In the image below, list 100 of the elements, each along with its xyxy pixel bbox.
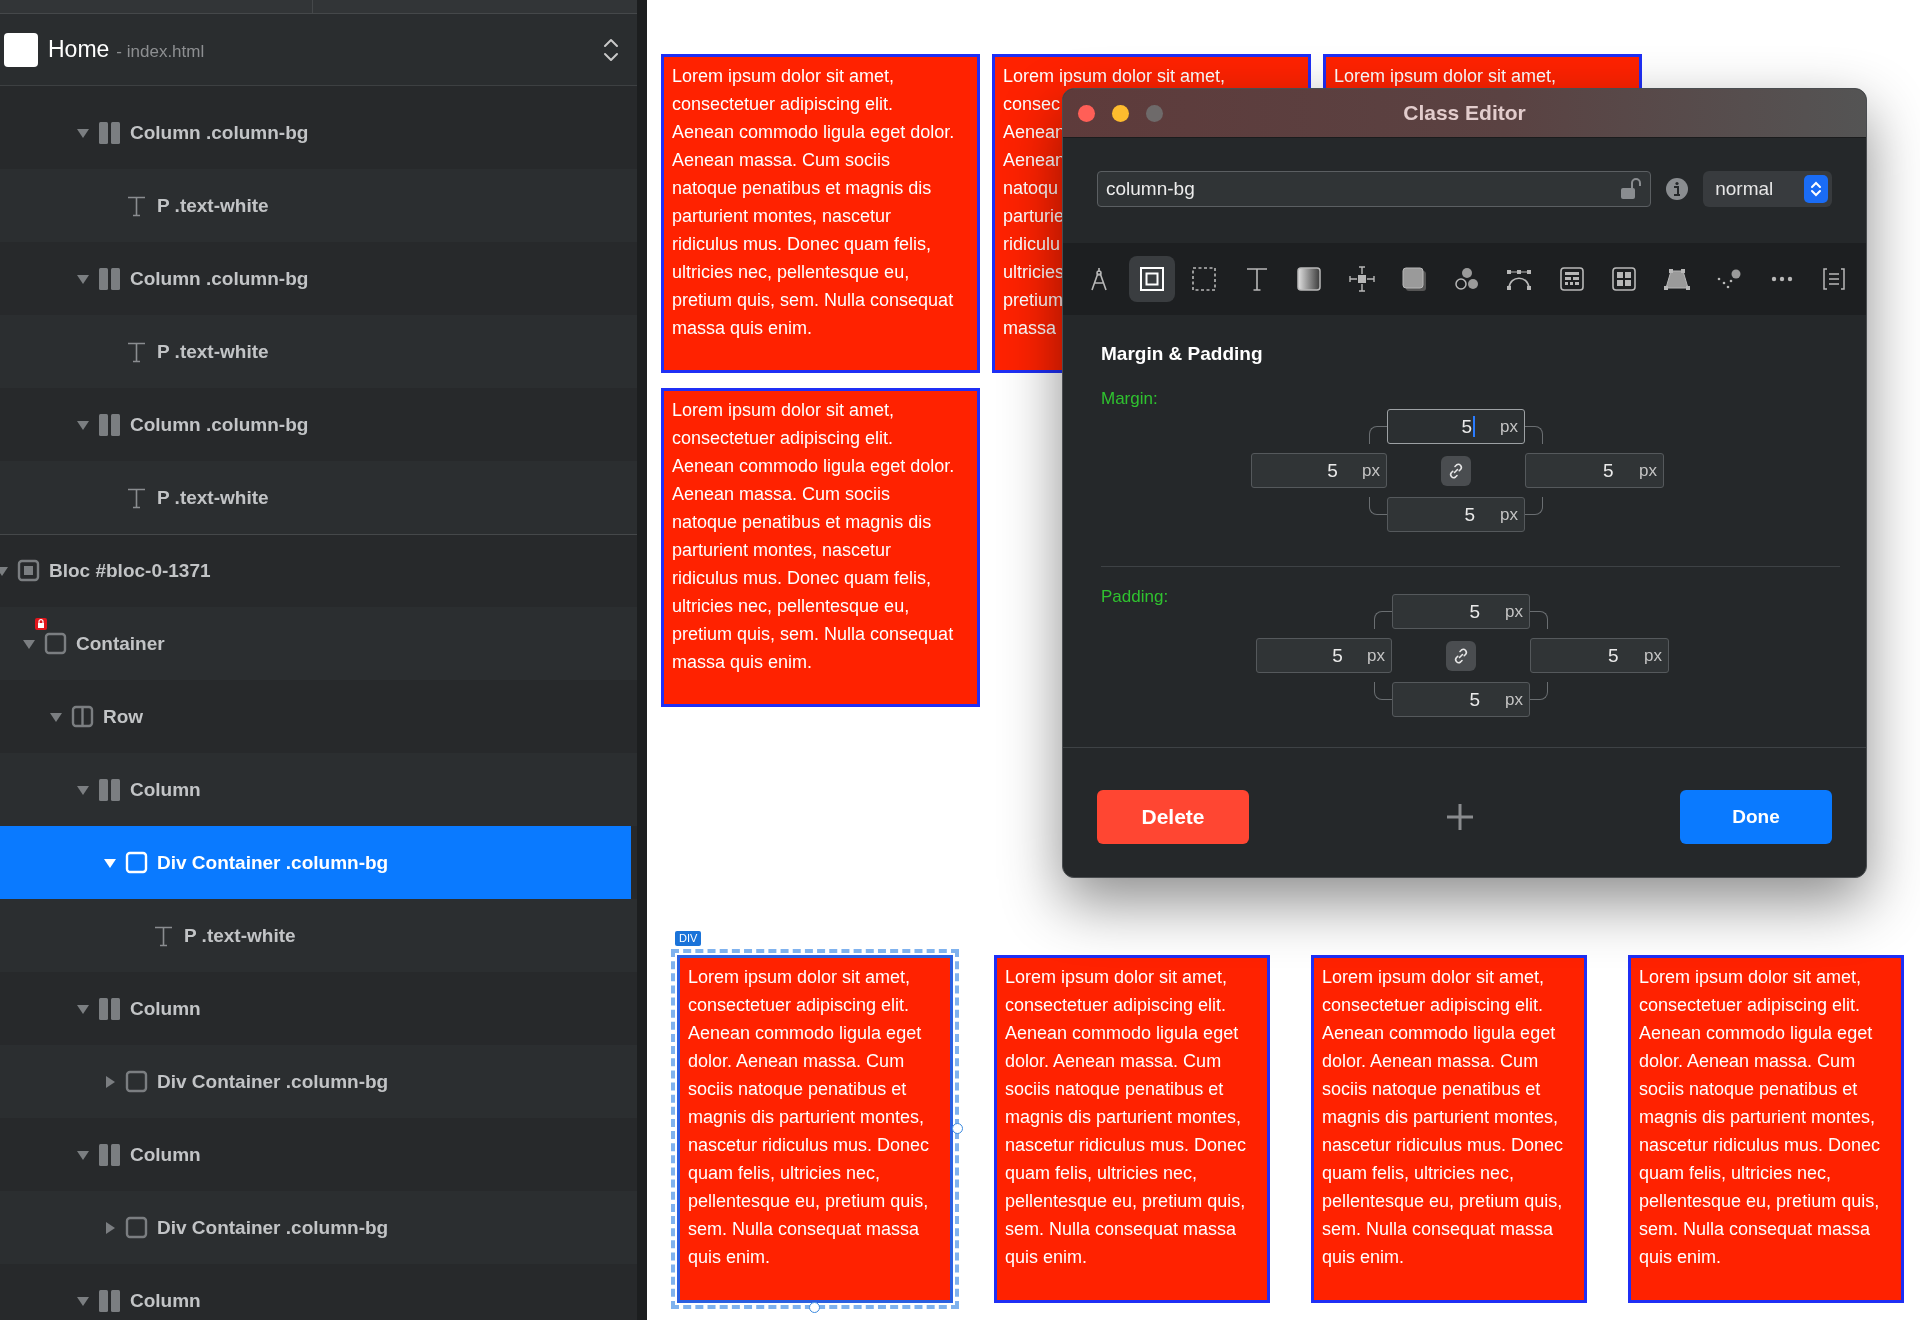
tree-item[interactable]: Div Container .column-bg <box>0 826 631 899</box>
content-card[interactable] <box>661 388 980 707</box>
text-line: ridiculus mus. Donec quam felis, <box>672 233 932 256</box>
class-name-field[interactable]: column-bg <box>1097 171 1652 207</box>
circles-icon <box>1452 265 1481 293</box>
resize-handle[interactable] <box>952 1123 963 1134</box>
brackets-icon <box>1820 265 1848 293</box>
text-line: pellentesque eu, pretium quis, <box>688 1190 929 1213</box>
page-thumbnail <box>4 32 38 67</box>
number-field[interactable]: 5 px <box>1387 497 1525 532</box>
group-label: Margin: <box>1101 389 1159 409</box>
text-line: quis enim. <box>1639 1246 1722 1269</box>
text-line: magnis dis parturient montes, <box>688 1106 925 1129</box>
number-field[interactable]: 5 px <box>1392 682 1530 717</box>
element-badge: DIV <box>675 931 702 946</box>
text-line: quis enim. <box>1322 1246 1405 1269</box>
text-line: pellentesque eu, pretium quis, <box>1322 1190 1563 1213</box>
chain-link-icon <box>1452 646 1470 665</box>
text-line: Lorem ipsum dolor sit amet, <box>1334 65 1557 88</box>
square-icon <box>125 1069 148 1094</box>
text-line: Lorem ipsum dolor sit amet, <box>672 399 895 422</box>
column-icon <box>98 777 121 802</box>
disclosure-triangle[interactable] <box>103 1074 117 1089</box>
column-icon <box>98 120 121 145</box>
number-field[interactable]: 5 px <box>1256 638 1392 673</box>
text-line: nascetur ridiculus mus. Donec <box>1322 1134 1564 1157</box>
corner-bracket <box>1525 426 1543 444</box>
group-label: Padding: <box>1101 587 1170 607</box>
window-title: Class Editor <box>1403 101 1526 125</box>
text-line: quam felis, ultricies nec, <box>1639 1162 1832 1185</box>
text-line: parturient montes, nascetur <box>672 539 892 562</box>
tool-button[interactable] <box>1128 256 1175 302</box>
row-icon <box>71 704 94 729</box>
text-line: ridiculu <box>1003 233 1061 256</box>
corner-bracket <box>1530 682 1548 700</box>
link-button[interactable] <box>1441 455 1471 486</box>
text-line: consectetuer adipiscing elit. <box>688 994 910 1017</box>
content-card[interactable] <box>994 955 1270 1303</box>
text-line: pellentesque eu, pretium quis, <box>1639 1190 1880 1213</box>
tree-item[interactable]: Column <box>0 753 637 826</box>
up-down-chevron-icon <box>1810 180 1822 198</box>
section-heading: Margin & Padding <box>1101 342 1264 366</box>
minimize-button[interactable] <box>1112 104 1129 122</box>
number-field[interactable]: 5 px <box>1392 594 1530 629</box>
text-line: natoque penatibus et magnis dis <box>672 511 932 534</box>
gradient-icon <box>1295 265 1323 293</box>
text-line: Lorem ipsum dolor sit amet, <box>672 65 895 88</box>
info-icon <box>1665 177 1690 201</box>
tree-item[interactable]: P .text-white <box>0 899 637 972</box>
tree-item[interactable]: Div Container .column-bg <box>0 1191 637 1264</box>
spacing-icon <box>1347 265 1376 293</box>
text-line: consectetuer adipiscing elit. <box>1005 994 1227 1017</box>
content-card[interactable] <box>661 54 980 373</box>
dashed-square-icon <box>1190 265 1218 293</box>
text-line: pretium quis, sem. Nulla consequat <box>672 289 954 312</box>
number-field[interactable]: 5 px <box>1387 409 1525 444</box>
column-icon <box>98 1142 121 1167</box>
table-icon <box>1557 265 1586 293</box>
page-selector[interactable]: Home - index.html <box>0 14 637 86</box>
content-card[interactable] <box>1628 955 1904 1303</box>
text-line: quam felis, ultricies nec, <box>688 1162 881 1185</box>
done-button[interactable]: Done <box>1680 790 1832 844</box>
text-line: quam felis, ultricies nec, <box>1322 1162 1515 1185</box>
tree-item[interactable]: Div Container .column-bg <box>0 1045 637 1118</box>
number-field[interactable]: 5 px <box>1530 638 1669 673</box>
text-line: natoque penatibus et magnis dis <box>672 177 932 200</box>
page-title: Home <box>48 36 110 63</box>
text-line: Aenean massa. Cum sociis <box>672 483 891 506</box>
text-line: Aenean commodo ligula eget <box>1322 1022 1556 1045</box>
page-file-name: - index.html <box>116 41 205 62</box>
number-field[interactable]: 5 px <box>1525 453 1664 488</box>
text-line: nascetur ridiculus mus. Donec <box>1005 1134 1247 1157</box>
text-line: sociis natoque penatibus et <box>1639 1078 1858 1101</box>
tree-item[interactable]: P .text-white <box>0 315 637 388</box>
text-line: massa quis enim. <box>672 651 813 674</box>
text-line: Aenean commodo ligula eget dolor. <box>672 455 955 478</box>
number-field[interactable]: 5 px <box>1251 453 1387 488</box>
text-line: Lorem ipsum dolor sit amet, <box>1003 65 1226 88</box>
text-line: consectetuer adipiscing elit. <box>1322 994 1544 1017</box>
text-line: consectetuer adipiscing elit. <box>672 427 894 450</box>
text-line: Aenean commodo ligula eget <box>1005 1022 1239 1045</box>
text-line: nascetur ridiculus mus. Donec <box>688 1134 930 1157</box>
content-card[interactable] <box>1311 955 1587 1303</box>
disclosure-triangle[interactable] <box>103 1220 117 1235</box>
add-button[interactable] <box>1444 802 1475 832</box>
block-icon <box>17 559 40 583</box>
tree-item[interactable]: Container <box>0 607 637 680</box>
text-line: quam felis, ultricies nec, <box>1005 1162 1198 1185</box>
state-dropdown[interactable]: normal <box>1703 171 1832 207</box>
text-line: dolor. Aenean massa. Cum <box>688 1050 905 1073</box>
text-line: natoqu <box>1003 177 1059 200</box>
resize-handle[interactable] <box>809 1302 820 1313</box>
text-line: Aenean commodo ligula eget <box>1639 1022 1873 1045</box>
link-button[interactable] <box>1446 640 1476 671</box>
square-icon <box>125 850 148 875</box>
close-button[interactable] <box>1078 104 1095 122</box>
text-line: dolor. Aenean massa. Cum <box>1639 1050 1856 1073</box>
text-line: pretium quis, sem. Nulla consequat <box>672 623 954 646</box>
tree-item[interactable]: P .text-white <box>0 169 637 242</box>
tree-item[interactable]: P .text-white <box>0 461 637 534</box>
